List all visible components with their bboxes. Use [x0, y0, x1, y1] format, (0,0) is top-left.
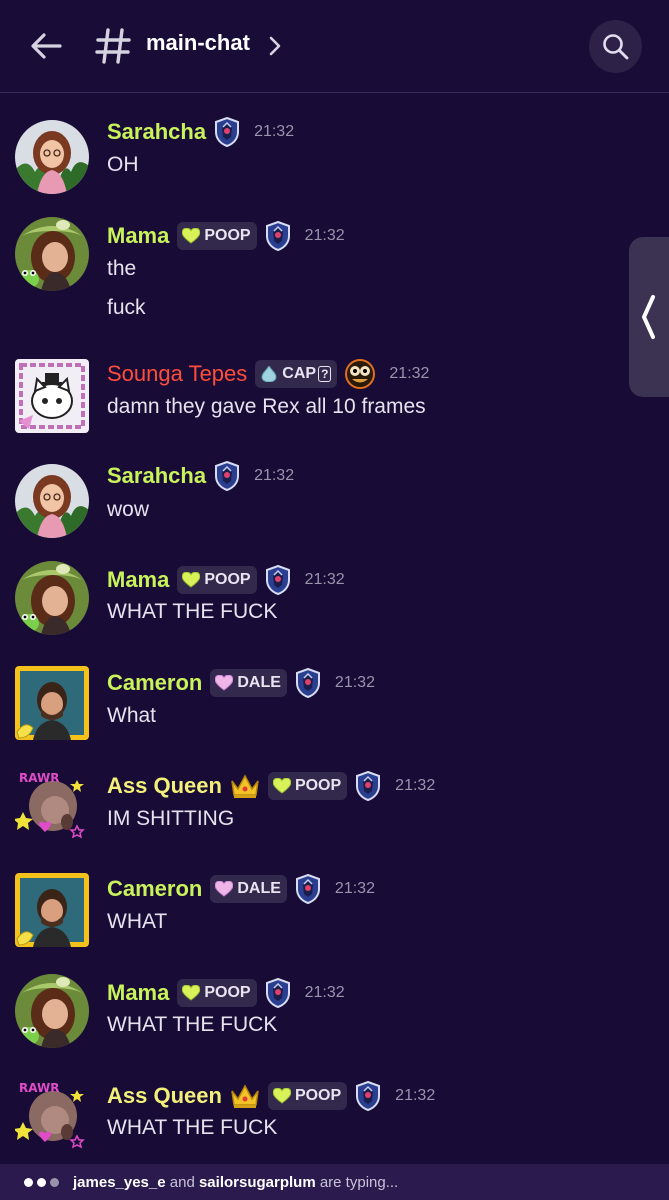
avatar[interactable] [15, 666, 89, 740]
crown-icon [230, 1083, 260, 1109]
message-text: fuck [107, 296, 146, 319]
timestamp: 21:32 [334, 674, 375, 691]
typing-text: james_yes_e and sailorsugarplum are typi… [73, 1174, 398, 1191]
author-name[interactable]: Cameron [107, 876, 202, 902]
tag-label: POOP [204, 571, 251, 588]
pink-heart-icon [215, 675, 233, 691]
message-text: WHAT THE FUCK [107, 600, 278, 623]
author-name[interactable]: Sarahcha [107, 463, 206, 489]
shield-badge-icon[interactable] [295, 874, 321, 904]
author-name[interactable]: Ass Queen [107, 1083, 222, 1109]
role-tag[interactable]: CAP? [255, 360, 338, 388]
shield-badge-icon[interactable] [355, 1081, 381, 1111]
green-heart-icon [273, 1088, 291, 1104]
message-text: WHAT [107, 910, 168, 933]
green-heart-icon [182, 572, 200, 588]
author-name[interactable]: Sarahcha [107, 119, 206, 145]
message-text: WHAT THE FUCK [107, 1116, 278, 1139]
channel-header: main-chat [0, 0, 669, 93]
avatar[interactable] [15, 464, 89, 538]
tag-label: DALE [237, 674, 281, 691]
shield-badge-icon[interactable] [355, 771, 381, 801]
typing-suffix: are typing... [315, 1173, 399, 1191]
timestamp: 21:32 [395, 1087, 436, 1104]
green-heart-icon [273, 778, 291, 794]
tag-label: CAP [282, 365, 317, 382]
avatar[interactable] [15, 561, 89, 635]
message-text: IM SHITTING [107, 807, 235, 830]
shield-badge-icon[interactable] [265, 565, 291, 595]
message-text: wow [107, 498, 150, 521]
shield-badge-icon[interactable] [265, 221, 291, 251]
back-arrow-icon[interactable] [26, 26, 66, 66]
message-text: damn they gave Rex all 10 frames [107, 395, 426, 418]
typing-user: sailorsugarplum [198, 1173, 316, 1191]
role-tag[interactable]: POOP [177, 979, 257, 1007]
message-text: the [107, 257, 137, 280]
message-text: What [107, 704, 157, 727]
tag-label: POOP [294, 777, 342, 794]
timestamp: 21:32 [304, 227, 345, 244]
channel-name[interactable]: main-chat [146, 30, 250, 56]
channel-hash-icon [95, 28, 131, 64]
member-list-pull-tab[interactable] [629, 237, 669, 397]
avatar[interactable] [15, 873, 89, 947]
typing-user: james_yes_e [73, 1173, 166, 1191]
timestamp: 21:32 [254, 467, 295, 484]
tag-help-icon: ? [318, 366, 332, 382]
shield-badge-icon[interactable] [295, 668, 321, 698]
owl-badge-icon[interactable] [345, 359, 375, 389]
typing-connector: and [165, 1173, 199, 1191]
tag-label: DALE [237, 880, 281, 897]
avatar[interactable] [15, 974, 89, 1048]
shield-badge-icon[interactable] [214, 117, 240, 147]
shield-badge-icon[interactable] [214, 461, 240, 491]
timestamp: 21:32 [304, 571, 345, 588]
green-heart-icon [182, 985, 200, 1001]
timestamp: 21:32 [389, 365, 430, 382]
typing-dots-icon [24, 1176, 64, 1188]
avatar[interactable] [15, 359, 89, 433]
tag-label: POOP [294, 1087, 342, 1104]
timestamp: 21:32 [254, 123, 295, 140]
timestamp: 21:32 [395, 777, 436, 794]
green-heart-icon [182, 228, 200, 244]
role-tag[interactable]: DALE [210, 669, 287, 697]
message-text: WHAT THE FUCK [107, 1013, 278, 1036]
role-tag[interactable]: POOP [177, 566, 257, 594]
shield-badge-icon[interactable] [265, 978, 291, 1008]
author-name[interactable]: Cameron [107, 670, 202, 696]
author-name[interactable]: Sounga Tepes [107, 361, 247, 387]
avatar[interactable] [15, 766, 89, 840]
avatar[interactable] [15, 120, 89, 194]
role-tag[interactable]: POOP [177, 222, 257, 250]
avatar[interactable] [15, 1076, 89, 1150]
role-tag[interactable]: POOP [267, 772, 348, 800]
avatar[interactable] [15, 217, 89, 291]
crown-icon [230, 773, 260, 799]
search-icon [603, 34, 629, 60]
author-name[interactable]: Mama [107, 980, 169, 1006]
author-name[interactable]: Mama [107, 223, 169, 249]
water-drop-icon [260, 366, 278, 382]
tag-label: POOP [204, 984, 251, 1001]
typing-indicator: james_yes_e and sailorsugarplum are typi… [0, 1164, 669, 1200]
message-text: OH [107, 153, 139, 176]
author-name[interactable]: Mama [107, 567, 169, 593]
timestamp: 21:32 [304, 984, 345, 1001]
role-tag[interactable]: DALE [210, 875, 287, 903]
pink-heart-icon [215, 881, 233, 897]
timestamp: 21:32 [334, 880, 375, 897]
chevron-right-icon[interactable] [268, 35, 282, 57]
search-button[interactable] [589, 20, 642, 73]
role-tag[interactable]: POOP [267, 1082, 348, 1110]
author-name[interactable]: Ass Queen [107, 773, 222, 799]
chevron-left-icon [642, 295, 655, 339]
tag-label: POOP [204, 227, 251, 244]
